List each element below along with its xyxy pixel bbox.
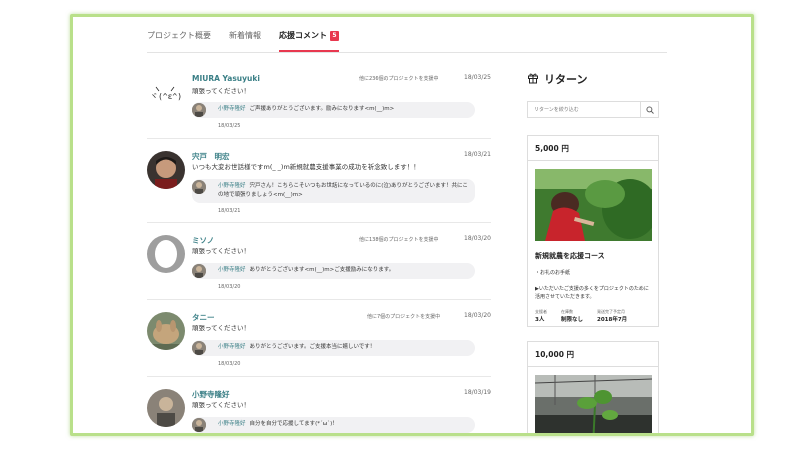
comment-item: 宍戸 明宏 18/03/21 いつも大変お世話様ですm(_ _)m新規就農支援事… bbox=[147, 139, 491, 223]
comment-item: タニー 他に7個のプロジェクトを支援中 18/03/20 頑張ってください！ 小… bbox=[147, 300, 491, 377]
reply-avatar[interactable] bbox=[192, 341, 206, 355]
return-item: ・お礼のお手紙 bbox=[535, 270, 571, 276]
supporters-stat: 支援者 3人 bbox=[535, 309, 547, 323]
stat-value: 3人 bbox=[535, 317, 545, 323]
avatar[interactable]: ヾ(^ε^) bbox=[147, 77, 185, 115]
reply-avatar[interactable] bbox=[192, 180, 206, 194]
reply-name[interactable]: 小野寺隆好 bbox=[218, 267, 246, 273]
svg-text:ヾ(^ε^): ヾ(^ε^) bbox=[150, 92, 182, 101]
comment-date: 18/03/25 bbox=[464, 74, 491, 81]
return-price: 5,000 円 bbox=[528, 143, 658, 161]
tab-comments-label: 応援コメント bbox=[279, 31, 327, 40]
comment-item: ミソノ 他に138個のプロジェクトを支援中 18/03/20 頑張ってください！… bbox=[147, 223, 491, 300]
reply-avatar[interactable] bbox=[192, 418, 206, 432]
comment-body: 頑張ってください！ bbox=[192, 324, 250, 332]
reply-text: ありがとうございます。ご支援本当に嬉しいです！ bbox=[249, 344, 376, 350]
comment-date: 18/03/21 bbox=[464, 151, 491, 158]
support-count: 他に138個のプロジェクトを支援中 bbox=[359, 237, 439, 243]
gift-icon bbox=[527, 72, 539, 87]
reply-date: 18/03/20 bbox=[218, 361, 241, 367]
comment-date: 18/03/19 bbox=[464, 389, 491, 396]
comment-item: 小野寺隆好 18/03/19 頑張ってください！ 小野寺隆好 自分を自分で応援して… bbox=[147, 377, 491, 433]
comment-date: 18/03/20 bbox=[464, 235, 491, 242]
comment-body: 頑張ってください！ bbox=[192, 87, 250, 95]
commenter-name[interactable]: 宍戸 明宏 bbox=[192, 151, 230, 162]
return-sidebar: リターン 5,000 円 新規就農を応援コース bbox=[527, 71, 659, 433]
return-card[interactable]: 10,000 円 bbox=[527, 341, 659, 433]
reply-text: 宍戸さん！こちらこそいつもお世話になっているのに(泣)ありがとうございます！共に… bbox=[218, 183, 468, 198]
reply-date: 18/03/21 bbox=[218, 208, 241, 214]
search-icon[interactable] bbox=[640, 102, 658, 117]
avatar[interactable] bbox=[147, 235, 185, 273]
commenter-name[interactable]: タニー bbox=[192, 312, 215, 323]
reply-avatar[interactable] bbox=[192, 264, 206, 278]
tab-news[interactable]: 新着情報 bbox=[229, 27, 261, 52]
return-image bbox=[535, 375, 652, 433]
delivery-stat: 発送完了予定月 2018年7月 bbox=[597, 309, 627, 323]
reply-avatar[interactable] bbox=[192, 103, 206, 117]
commenter-name[interactable]: 小野寺隆好 bbox=[192, 389, 230, 400]
reply: 小野寺隆好 宍戸さん！こちらこそいつもお世話になっているのに(泣)ありがとうござい… bbox=[192, 179, 475, 203]
comment-body: 頑張ってください！ bbox=[192, 401, 250, 409]
return-title: リターン bbox=[544, 73, 588, 86]
tab-news-label: 新着情報 bbox=[229, 31, 261, 40]
support-count: 他に7個のプロジェクトを支援中 bbox=[367, 314, 441, 320]
reply-text: ありがとうございます<m(__)m>ご支援励みになります。 bbox=[249, 267, 395, 273]
tab-comments[interactable]: 応援コメント 5 bbox=[279, 27, 339, 52]
comment-body: いつも大変お世話様ですm(_ _)m新規就農支援事業の成功を祈念致します！！ bbox=[192, 163, 420, 171]
return-stats: 支援者 3人 在庫数 制限なし 発送完了予定月 2018年7月 bbox=[535, 309, 651, 323]
comment-date: 18/03/20 bbox=[464, 312, 491, 319]
reply-date: 18/03/20 bbox=[218, 284, 241, 290]
content-frame: プロジェクト概要 新着情報 応援コメント 5 ヾ(^ε^) MIURA Yasuy… bbox=[70, 14, 754, 436]
reply-name[interactable]: 小野寺隆好 bbox=[218, 344, 246, 350]
return-search bbox=[527, 101, 659, 118]
avatar[interactable] bbox=[147, 389, 185, 427]
reply-name[interactable]: 小野寺隆好 bbox=[218, 183, 246, 189]
return-course-title: 新規就農を応援コース bbox=[535, 252, 605, 260]
return-search-input[interactable] bbox=[528, 102, 640, 117]
stock-stat: 在庫数 制限なし bbox=[561, 309, 583, 323]
reply: 小野寺隆好 ありがとうございます。ご支援本当に嬉しいです！ bbox=[192, 340, 475, 356]
reply: 小野寺隆好 自分を自分で応援してます(*´ω`)！ bbox=[192, 417, 475, 433]
return-card[interactable]: 5,000 円 新規就農を応援コース ・お礼のお手紙 ▶いただいたご支援の多くを… bbox=[527, 135, 659, 327]
comment-body: 頑張ってください！ bbox=[192, 247, 250, 255]
comment-item: ヾ(^ε^) MIURA Yasuyuki 他に236個のプロジェクトを支援中 … bbox=[147, 69, 491, 139]
comment-count-badge: 5 bbox=[330, 31, 339, 41]
reply: 小野寺隆好 ご声援ありがとうございます。励みになります<m(__)m> bbox=[192, 102, 475, 118]
reply-text: 自分を自分で応援してます(*´ω`)！ bbox=[249, 421, 338, 427]
avatar[interactable] bbox=[147, 312, 185, 350]
return-description: ▶いただいたご支援の多くをプロジェクトのために活用させていただきます。 bbox=[535, 286, 649, 300]
commenter-name[interactable]: ミソノ bbox=[192, 235, 214, 246]
reply-text: ご声援ありがとうございます。励みになります<m(__)m> bbox=[249, 106, 395, 112]
tab-overview-label: プロジェクト概要 bbox=[147, 31, 211, 40]
reply: 小野寺隆好 ありがとうございます<m(__)m>ご支援励みになります。 bbox=[192, 263, 475, 279]
reply-name[interactable]: 小野寺隆好 bbox=[218, 421, 246, 427]
commenter-name[interactable]: MIURA Yasuyuki bbox=[192, 74, 260, 83]
avatar[interactable] bbox=[147, 151, 185, 189]
stat-value: 制限なし bbox=[561, 317, 584, 323]
return-heading: リターン bbox=[527, 71, 659, 87]
return-image bbox=[535, 169, 652, 241]
reply-date: 18/03/25 bbox=[218, 123, 241, 129]
tab-overview[interactable]: プロジェクト概要 bbox=[147, 27, 211, 52]
tab-bar: プロジェクト概要 新着情報 応援コメント 5 bbox=[147, 27, 667, 53]
comment-list: ヾ(^ε^) MIURA Yasuyuki 他に236個のプロジェクトを支援中 … bbox=[147, 69, 491, 433]
stat-value: 2018年7月 bbox=[597, 317, 628, 323]
support-count: 他に236個のプロジェクトを支援中 bbox=[359, 76, 439, 82]
reply-name[interactable]: 小野寺隆好 bbox=[218, 106, 246, 112]
return-price: 10,000 円 bbox=[528, 349, 658, 367]
